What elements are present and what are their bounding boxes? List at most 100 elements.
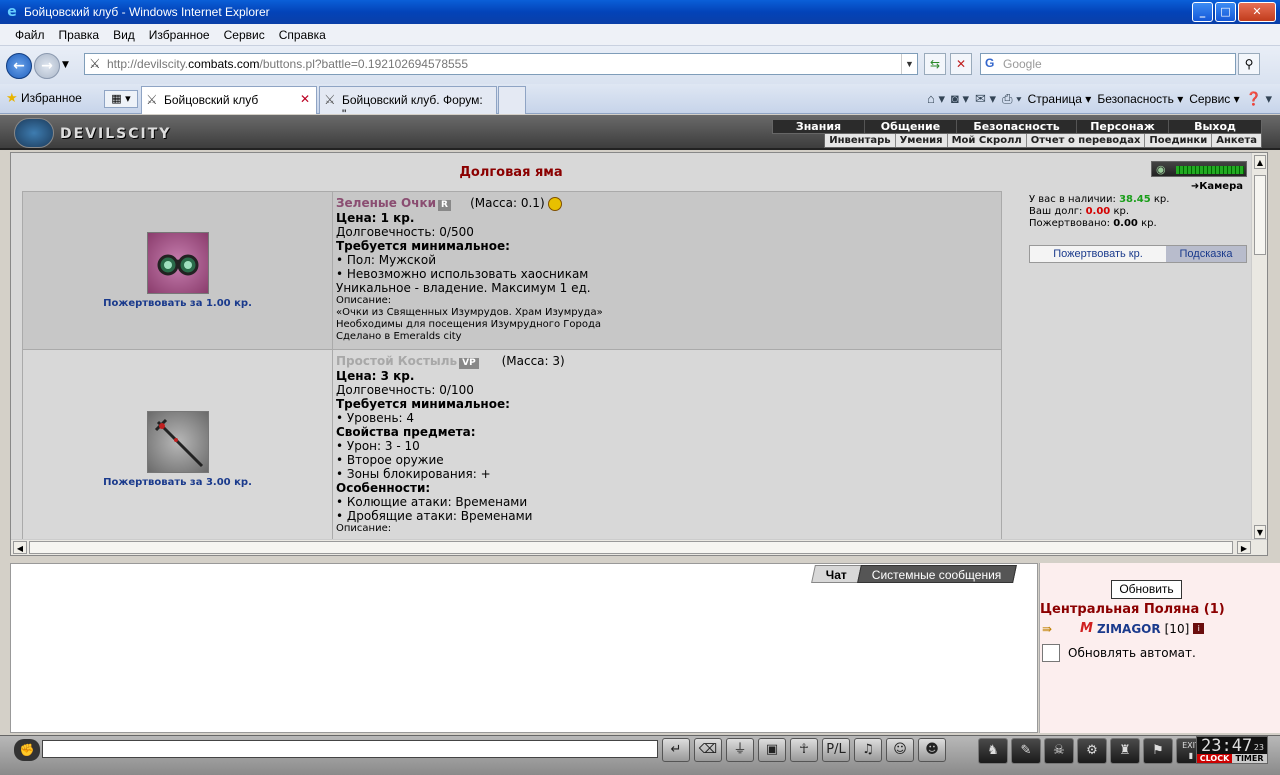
nav-social[interactable]: Общение: [865, 120, 957, 133]
sound-icon[interactable]: ♫: [854, 738, 882, 762]
close-button[interactable]: ✕: [1238, 2, 1276, 22]
favorites-button[interactable]: ★ Избранное: [6, 90, 82, 106]
back-button[interactable]: ←: [6, 53, 32, 79]
google-icon: G: [985, 56, 995, 70]
service-menu[interactable]: Сервис ▾: [1189, 92, 1239, 106]
refresh-button[interactable]: Обновить: [1111, 580, 1182, 599]
menu-edit[interactable]: Правка: [52, 28, 107, 42]
tab-donate[interactable]: Пожертвовать кр.: [1030, 246, 1166, 262]
hscroll-thumb[interactable]: [29, 541, 1233, 554]
subnav-skills[interactable]: Умения: [896, 134, 948, 147]
help-icon[interactable]: ❓ ▾: [1246, 91, 1272, 107]
bag-icon[interactable]: ⚙: [1077, 738, 1107, 764]
timer-tab[interactable]: TIMER: [1232, 754, 1267, 763]
save-icon[interactable]: ▣: [758, 738, 786, 762]
right-panel-tabs: Пожертвовать кр. Подсказка: [1029, 245, 1247, 263]
user-level: [10]: [1164, 621, 1190, 636]
history-dropdown-icon[interactable]: ▼: [62, 60, 69, 70]
knight-icon[interactable]: ♞: [978, 738, 1008, 764]
camera-widget[interactable]: ◉: [1151, 161, 1247, 177]
scroll-icon[interactable]: ✎: [1011, 738, 1041, 764]
item-name[interactable]: Простой Костыль: [336, 354, 457, 368]
tab-close-icon[interactable]: ✕: [300, 92, 310, 106]
private-message-icon[interactable]: ⇛: [1042, 622, 1076, 636]
filter-icon[interactable]: ⏚: [726, 738, 754, 762]
item-features-header: Особенности:: [336, 481, 431, 495]
user-info-icon[interactable]: i: [1193, 623, 1205, 634]
user-nick[interactable]: ZIMAGOR: [1097, 622, 1161, 636]
donate-link[interactable]: Пожертвовать за 1.00 кр.: [103, 298, 252, 309]
eraser-icon[interactable]: ⌫: [694, 738, 722, 762]
subnav-profile[interactable]: Анкета: [1212, 134, 1261, 147]
nav-security[interactable]: Безопасность: [957, 120, 1077, 133]
tab-chat[interactable]: Чат: [810, 565, 862, 583]
menu-help[interactable]: Справка: [272, 28, 333, 42]
menu-file[interactable]: Файл: [8, 28, 52, 42]
send-icon[interactable]: ↵: [662, 738, 690, 762]
feeds-icon[interactable]: ◙ ▾: [951, 91, 969, 107]
maximize-button[interactable]: □: [1215, 2, 1236, 22]
subnav-transfers[interactable]: Отчет о переводах: [1027, 134, 1146, 147]
camera-link[interactable]: ➜Камера: [1191, 181, 1243, 192]
smiley-icon[interactable]: ☺: [886, 738, 914, 762]
menu-tools[interactable]: Сервис: [217, 28, 272, 42]
menu-bar: Файл Правка Вид Избранное Сервис Справка: [0, 24, 1280, 46]
donated-label: Пожертвовано:: [1029, 218, 1111, 229]
castle-icon[interactable]: ♜: [1110, 738, 1140, 764]
currency-label: кр.: [1153, 194, 1170, 205]
refresh-icon[interactable]: ⇆: [924, 53, 946, 75]
search-go-icon[interactable]: ⚲: [1238, 53, 1260, 75]
subnav-inventory[interactable]: Инвентарь: [825, 134, 896, 147]
tab-system-messages[interactable]: Системные сообщения: [857, 565, 1017, 583]
home-icon[interactable]: ⌂ ▾: [927, 91, 945, 107]
donate-link[interactable]: Пожертвовать за 3.00 кр.: [103, 477, 252, 488]
minimize-button[interactable]: _: [1192, 2, 1213, 22]
chat-area[interactable]: Чат Системные сообщения: [10, 563, 1038, 733]
map-icon[interactable]: ⚑: [1143, 738, 1173, 764]
new-tab-button[interactable]: [498, 86, 526, 114]
chat-input[interactable]: [42, 740, 658, 758]
emotion-icon[interactable]: ☻: [918, 738, 946, 762]
item-name[interactable]: Зеленые Очки: [336, 196, 436, 210]
scroll-down-icon[interactable]: ▼: [1254, 525, 1266, 539]
menu-favorites[interactable]: Избранное: [142, 28, 217, 42]
print-icon[interactable]: ⎙ ▾: [1002, 91, 1021, 107]
auto-update-row: Обновлять автомат.: [1042, 644, 1196, 662]
scroll-up-icon[interactable]: ▲: [1254, 155, 1266, 169]
scroll-left-icon[interactable]: ◀: [13, 541, 27, 554]
tab-combats[interactable]: ⚔ Бойцовский клуб ✕: [141, 86, 317, 114]
have-label: У вас в наличии:: [1029, 194, 1116, 205]
debt-value: 0.00: [1085, 206, 1111, 217]
nav-character[interactable]: Персонаж: [1077, 120, 1169, 133]
subnav-scroll[interactable]: Мой Скролл: [948, 134, 1027, 147]
search-input[interactable]: G Google: [980, 53, 1236, 75]
scroll-right-icon[interactable]: ▶: [1237, 541, 1251, 554]
mail-icon[interactable]: ✉ ▾: [975, 91, 996, 107]
skull-icon[interactable]: ☠: [1044, 738, 1074, 764]
fight-icon[interactable]: ☥: [790, 738, 818, 762]
tab-hint[interactable]: Подсказка: [1166, 246, 1246, 262]
nav-knowledge[interactable]: Знания: [773, 120, 865, 133]
chat-mode-icon[interactable]: ✊: [14, 739, 40, 761]
translit-icon[interactable]: Р/L: [822, 738, 850, 762]
forward-button[interactable]: →: [34, 53, 60, 79]
address-toolbar: ← → ▼ ⚔ http://devilscity.combats.com/bu…: [0, 46, 1280, 84]
security-menu[interactable]: Безопасность ▾: [1097, 92, 1183, 106]
stop-icon[interactable]: ✕: [950, 53, 972, 75]
nav-exit[interactable]: Выход: [1169, 120, 1261, 133]
url-input[interactable]: ⚔ http://devilscity.combats.com/buttons.…: [84, 53, 918, 75]
clock-tab[interactable]: CLOCK: [1197, 754, 1232, 763]
clock-seconds: 23: [1253, 743, 1264, 752]
auto-update-label: Обновлять автомат.: [1068, 646, 1196, 660]
subnav-battles[interactable]: Поединки: [1145, 134, 1213, 147]
quick-tabs-icon[interactable]: ▦ ▾: [104, 90, 138, 108]
online-users-panel: Обновить Центральная Поляна (1) ⇛ M ZIMA…: [1039, 563, 1280, 733]
horizontal-scrollbar[interactable]: ◀ ▶: [11, 539, 1267, 555]
vertical-scrollbar[interactable]: ▲ ▼: [1251, 153, 1267, 541]
auto-update-checkbox[interactable]: [1042, 644, 1060, 662]
tab-forum[interactable]: ⚔ Бойцовский клуб. Форум: "...: [319, 86, 497, 121]
url-dropdown-icon[interactable]: ▼: [901, 54, 917, 74]
scroll-thumb[interactable]: [1254, 175, 1266, 255]
page-menu[interactable]: Страница ▾: [1028, 92, 1092, 106]
menu-view[interactable]: Вид: [106, 28, 142, 42]
